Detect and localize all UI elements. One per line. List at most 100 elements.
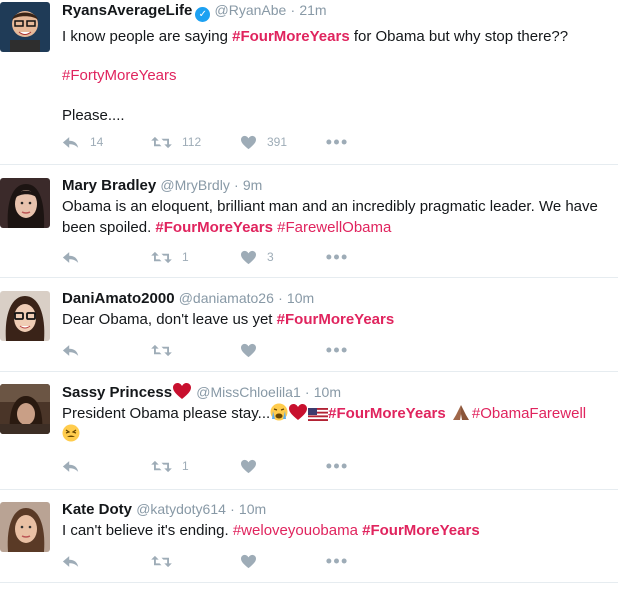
reply-icon [62,250,80,265]
retweet-count: 1 [182,459,189,473]
tweet-header: Mary Bradley @MryBrdly · 9m [62,175,612,196]
reply-icon [62,135,80,150]
tweet-text-body: I can't believe it's ending. [62,522,233,539]
timestamp[interactable]: 10m [239,501,266,517]
more-icon [326,347,347,353]
tweet-text: Obama is an eloquent, brilliant man and … [62,196,612,238]
tweet-text: President Obama please stay... #FourMoreY… [62,403,612,445]
retweet-button[interactable] [151,551,172,571]
hashtag-link[interactable]: #FourMoreYears [277,311,395,328]
handle[interactable]: @katydoty614 [136,501,226,517]
display-name[interactable]: Mary Bradley [62,177,156,194]
more-button[interactable] [326,340,347,360]
more-icon [326,558,347,564]
tweet-header: DaniAmato2000 @daniamato26 · 10m [62,288,612,309]
separator-dot: · [230,501,235,517]
like-button[interactable] [240,340,257,360]
tweet[interactable]: RyansAverageLife ✓ @RyanAbe · 21m I know … [0,0,618,165]
tweet-header: Kate Doty @katydoty614 · 10m [62,499,612,520]
handle[interactable]: @MryBrdly [160,177,229,193]
like-button[interactable] [240,551,257,571]
retweet-icon [151,250,172,265]
tweet[interactable]: Mary Bradley @MryBrdly · 9m Obama is an … [0,165,618,278]
hashtag-link[interactable]: #FourMoreYears [362,522,480,539]
separator-dot: · [290,2,296,18]
more-button[interactable] [326,247,347,267]
more-icon [326,254,347,260]
reply-icon [62,554,80,569]
retweet-count: 1 [182,250,189,264]
like-button[interactable] [240,456,257,476]
retweet-button[interactable]: 1 [151,456,189,476]
tweet-text-mid: for Obama but why stop there?? [349,28,569,45]
hashtag-link[interactable]: #FourMoreYears [328,405,446,422]
hashtag-link[interactable]: #FourMoreYears [155,219,273,236]
handle[interactable]: @RyanAbe [215,2,287,18]
more-icon [326,139,347,145]
crying-face-icon [270,403,288,421]
handle[interactable]: @daniamato26 [179,290,274,306]
hashtag-link[interactable]: #FarewellObama [277,219,391,236]
reply-button[interactable] [62,456,80,476]
hashtag-link[interactable]: #FortyMoreYears [62,67,177,84]
heart-icon [240,554,257,569]
separator-dot: · [304,384,310,400]
tweet-text: I can't believe it's ending. #weloveyouo… [62,520,612,541]
more-button[interactable] [326,551,347,571]
more-button[interactable] [326,132,347,152]
tweet-text-tail: Please.... [62,107,125,124]
tweet-text: I know people are saying #FourMoreYears … [62,26,612,126]
retweet-icon [151,343,172,358]
red-heart-icon [289,404,308,420]
heart-icon [240,135,257,150]
handle[interactable]: @MissChloelila1 [196,384,300,400]
display-name[interactable]: Kate Doty [62,501,132,518]
tweet-header: RyansAverageLife ✓ @RyanAbe · 21m [62,0,612,22]
tweet-header: Sassy Princess @MissChloelila1 · 10m [62,382,612,403]
timestamp[interactable]: 21m [299,2,326,18]
reply-count: 14 [90,135,104,149]
timestamp[interactable]: 10m [314,384,341,400]
heart-icon [240,459,257,474]
reply-button[interactable] [62,247,90,267]
timestamp[interactable]: 10m [287,290,314,306]
more-icon [326,463,347,469]
more-button[interactable] [326,456,347,476]
reply-button[interactable] [62,551,80,571]
tweet-text: Dear Obama, don't leave us yet #FourMore… [62,309,612,330]
avatar[interactable] [0,178,50,228]
folded-hands-icon [452,405,469,420]
reply-button[interactable] [62,340,80,360]
display-name[interactable]: DaniAmato2000 [62,290,175,307]
separator-dot: · [234,177,239,193]
avatar[interactable] [0,2,50,52]
avatar[interactable] [0,502,50,552]
tired-face-icon [62,424,80,442]
retweet-icon [151,554,172,569]
display-name[interactable]: Sassy Princess [62,384,172,401]
timestamp[interactable]: 9m [243,177,262,193]
hashtag-link[interactable]: #ObamaFarewell [472,405,586,422]
hashtag-link[interactable]: #FourMoreYears [232,28,350,45]
retweet-icon [151,459,172,474]
heart-icon [240,250,257,265]
separator-dot: · [278,290,283,306]
display-name[interactable]: RyansAverageLife [62,2,192,19]
avatar[interactable] [0,291,50,341]
retweet-button[interactable]: 1 [151,247,189,267]
tweet[interactable]: DaniAmato2000 @daniamato26 · 10m Dear Ob… [0,278,618,372]
tweet[interactable]: Sassy Princess @MissChloelila1 · 10m Pre… [0,372,618,490]
reply-button[interactable]: 14 [62,132,103,152]
tweet-text-body: Dear Obama, don't leave us yet [62,311,277,328]
hashtag-link[interactable]: #weloveyouobama [233,522,358,539]
like-button[interactable]: 3 [240,247,274,267]
red-heart-icon [173,383,192,399]
tweet[interactable]: Kate Doty @katydoty614 · 10m I can't bel… [0,490,618,583]
like-count: 3 [267,250,274,264]
retweet-icon [151,135,172,150]
retweet-button[interactable]: 112 [151,132,201,152]
like-button[interactable]: 391 [240,132,287,152]
tweet-text-prefix: I know people are saying [62,28,233,45]
retweet-button[interactable] [151,340,172,360]
avatar[interactable] [0,384,50,434]
